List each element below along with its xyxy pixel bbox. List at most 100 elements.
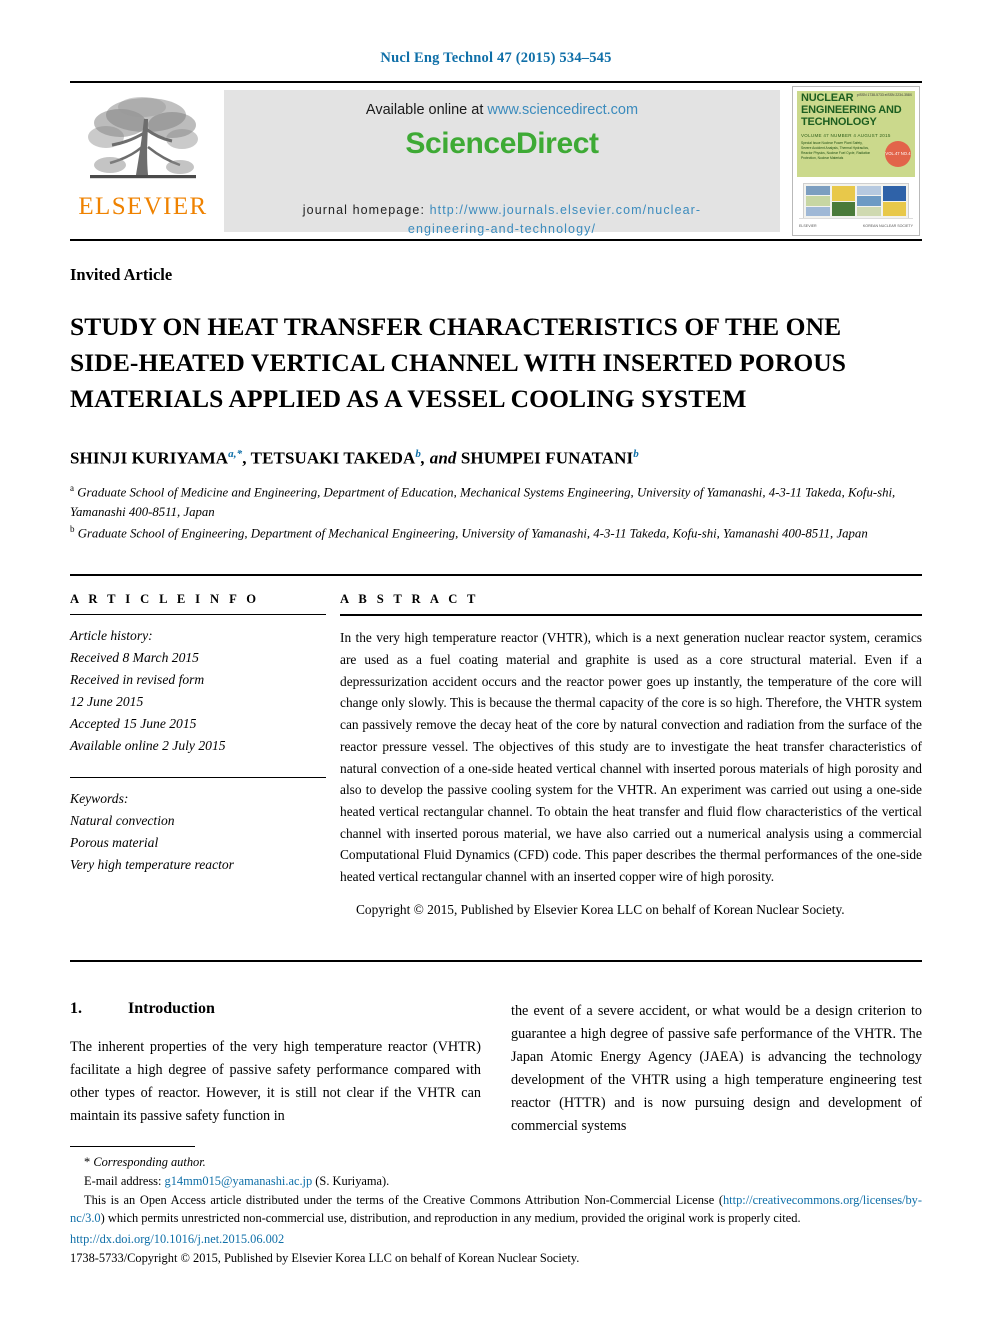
keywords-divider — [70, 777, 326, 779]
author-conjunction: , and — [421, 448, 461, 468]
cover-footer-publisher: ELSEVIER — [799, 223, 817, 228]
cover-volume-badge: VOL.47 NO.4 — [885, 141, 911, 167]
running-head-citation: Nucl Eng Technol 47 (2015) 534–545 — [380, 50, 612, 66]
corresponding-author-marker: * — [84, 1155, 91, 1170]
affiliation-text-a: Graduate School of Medicine and Engineer… — [70, 485, 896, 520]
corresponding-author-text: Corresponding author. — [93, 1155, 206, 1170]
article-history-item: Available online 2 July 2015 — [70, 738, 226, 754]
front-matter-divider — [70, 574, 922, 577]
corresponding-email-note: E-mail address: g14mm015@yamanashi.ac.jp… — [70, 1172, 922, 1191]
article-info-heading: A R T I C L E I N F O — [70, 592, 260, 607]
cover-issn-line: pISSN 1738-5733 eISSN 2234-358X — [856, 93, 912, 97]
cover-title-line-2: ENGINEERING AND — [801, 103, 902, 116]
cover-footer-society: KOREAN NUCLEAR SOCIETY — [862, 223, 913, 228]
cover-figure-bar — [882, 186, 906, 201]
journal-masthead: ELSEVIER Available online at www.science… — [70, 81, 922, 241]
journal-homepage-label: journal homepage: — [302, 203, 430, 217]
abstract-divider — [340, 614, 922, 617]
sciencedirect-wordmark: ScienceDirect — [405, 127, 599, 160]
affiliation-a: a Graduate School of Medicine and Engine… — [70, 482, 922, 523]
section-title: Introduction — [128, 1000, 215, 1018]
journal-article-page: Nucl Eng Technol 47 (2015) 534–545 ELSEV… — [0, 0, 992, 1323]
article-history-item: Received 8 March 2015 — [70, 650, 199, 666]
article-history-item: Received in revised form — [70, 672, 205, 688]
available-online-line: Available online at www.sciencedirect.co… — [366, 102, 638, 118]
author-name-3: SHUMPEI FUNATANI — [460, 448, 634, 468]
abstract-column: A B S T R A C T In the very high tempera… — [340, 592, 922, 920]
cover-figure-bar — [806, 206, 830, 216]
keyword-item: Porous material — [70, 835, 159, 851]
affiliation-list: a Graduate School of Medicine and Engine… — [70, 482, 922, 544]
cover-footer: ELSEVIER KOREAN NUCLEAR SOCIETY — [799, 218, 913, 232]
journal-homepage-url-line1[interactable]: http://www.journals.elsevier.com/nuclear… — [430, 203, 702, 217]
open-access-note: This is an Open Access article distribut… — [70, 1191, 922, 1228]
cover-figure-column — [806, 186, 830, 216]
article-info-column: A R T I C L E I N F O Article history: R… — [70, 592, 326, 920]
cover-volume-line: VOLUME 47 NUMBER 4 AUGUST 2015 — [801, 133, 891, 138]
cover-figure-column — [857, 186, 881, 216]
article-history-label: Article history: — [70, 628, 153, 644]
journal-homepage-url-line2[interactable]: engineering-and-technology/ — [408, 222, 596, 236]
article-title-line-2: SIDE-HEATED VERTICAL CHANNEL WITH INSERT… — [70, 348, 847, 378]
email-suffix: (S. Kuriyama). — [312, 1173, 390, 1188]
cover-title-line-1: NUCLEAR — [801, 92, 854, 104]
abstract-text: In the very high temperature reactor (VH… — [340, 630, 922, 885]
sciencedirect-banner: Available online at www.sciencedirect.co… — [224, 90, 780, 236]
article-info-divider — [70, 614, 326, 616]
abstract-heading: A B S T R A C T — [340, 592, 479, 607]
doi-link[interactable]: http://dx.doi.org/10.1016/j.net.2015.06.… — [70, 1230, 922, 1249]
cover-abstract-block: Special Issue Nuclear Power Plant Safety… — [801, 141, 871, 161]
journal-cover-thumbnail: NUCLEAR ENGINEERING AND TECHNOLOGY VOLUM… — [790, 83, 922, 239]
section-heading-introduction: 1. Introduction — [70, 1000, 481, 1018]
article-history-item: 12 June 2015 — [70, 694, 144, 710]
cover-figure-bar — [857, 196, 881, 206]
cover-figure-bar — [806, 186, 830, 196]
cover-journal-title: NUCLEAR ENGINEERING AND TECHNOLOGY — [801, 92, 902, 129]
cover-figure-bar — [831, 201, 855, 216]
sciencedirect-url-link[interactable]: www.sciencedirect.com — [487, 102, 638, 118]
abstract-body-divider — [70, 960, 922, 963]
email-label: E-mail address: — [84, 1173, 165, 1188]
journal-homepage-line: journal homepage: http://www.journals.el… — [303, 201, 701, 239]
cover-figure — [803, 183, 909, 219]
cover-figure-column — [831, 186, 855, 216]
affiliation-text-b: Graduate School of Engineering, Departme… — [77, 526, 868, 541]
issn-copyright-line: 1738-5733/Copyright © 2015, Published by… — [70, 1251, 580, 1266]
cover-figure-bar — [831, 186, 855, 201]
page-footnotes: * Corresponding author. E-mail address: … — [70, 1146, 922, 1268]
abstract-copyright: Copyright © 2015, Published by Elsevier … — [356, 901, 845, 917]
keywords-block: Keywords: Natural convection Porous mate… — [70, 788, 326, 876]
elsevier-tree-icon — [88, 97, 198, 179]
cover-image: NUCLEAR ENGINEERING AND TECHNOLOGY VOLUM… — [792, 86, 920, 236]
author-affil-mark-3: b — [633, 447, 639, 460]
author-list: SHINJI KURIYAMAa,*, TETSUAKI TAKEDA b , an… — [70, 448, 922, 469]
article-title-line-3: MATERIALS APPLIED AS A VESSEL COOLING SY… — [70, 384, 747, 414]
email-link[interactable]: g14mm015@yamanashi.ac.jp — [165, 1174, 313, 1188]
article-history-item: Accepted 15 June 2015 — [70, 716, 197, 732]
affiliation-mark-a: a — [70, 483, 74, 494]
body-column-right: the event of a severe accident, or what … — [511, 1000, 922, 1152]
elsevier-logo: ELSEVIER — [70, 83, 216, 239]
author-affil-mark-1: a,* — [228, 447, 243, 460]
cover-figure-bar — [857, 186, 881, 196]
info-abstract-area: A R T I C L E I N F O Article history: R… — [70, 592, 922, 920]
author-name-1: SHINJI KURIYAMA — [70, 448, 229, 468]
footnote-divider — [70, 1146, 195, 1148]
cover-figure-bar — [857, 206, 881, 216]
body-paragraph-left: The inherent properties of the very high… — [70, 1039, 481, 1125]
article-title-line-1: STUDY ON HEAT TRANSFER CHARACTERISTICS O… — [70, 312, 842, 341]
affiliation-b: b Graduate School of Engineering, Depart… — [70, 523, 922, 544]
available-online-label: Available online at — [365, 102, 488, 118]
open-access-text-pre: This is an Open Access article distribut… — [84, 1192, 723, 1207]
author-separator-1: , — [242, 448, 251, 468]
body-paragraph-right: the event of a severe accident, or what … — [511, 1003, 922, 1135]
article-title: STUDY ON HEAT TRANSFER CHARACTERISTICS O… — [70, 309, 922, 418]
cover-title-line-3: TECHNOLOGY — [801, 115, 877, 128]
open-access-text-post: ) which permits unrestricted non-commerc… — [100, 1211, 801, 1226]
author-name-2: TETSUAKI TAKEDA — [250, 448, 416, 468]
abstract-body: In the very high temperature reactor (VH… — [340, 627, 922, 920]
section-number: 1. — [70, 1000, 82, 1018]
keywords-label: Keywords: — [70, 791, 129, 807]
article-history-block: Article history: Received 8 March 2015 R… — [70, 625, 326, 757]
article-type-label: Invited Article — [70, 265, 173, 284]
